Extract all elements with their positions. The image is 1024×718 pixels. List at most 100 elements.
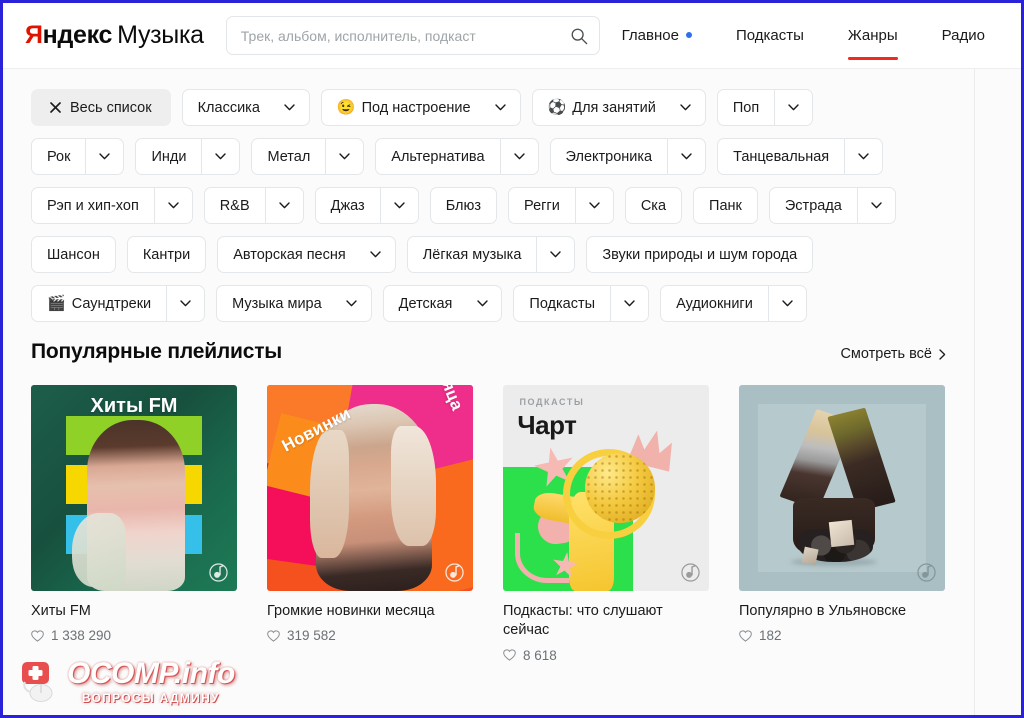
search-icon[interactable] <box>570 27 588 45</box>
genre-chip-метал[interactable]: Метал <box>251 138 364 175</box>
playlist-card[interactable]: Популярно в Ульяновске 182 <box>739 385 945 663</box>
chevron-down-icon[interactable] <box>467 286 501 321</box>
genre-chip-классика[interactable]: Классика <box>182 89 310 126</box>
cover-figure-accent <box>72 513 126 587</box>
genre-chip-шансон[interactable]: Шансон <box>31 236 116 273</box>
chevron-down-icon[interactable] <box>337 286 371 321</box>
genre-chip-label-wrap[interactable]: Джаз <box>316 188 380 223</box>
nav-item-glavnoe[interactable]: Главное <box>600 3 714 69</box>
genre-chip-label-wrap[interactable]: Танцевальная <box>718 139 844 174</box>
yandex-music-logo[interactable]: ЯндексМузыка <box>25 21 204 50</box>
chevron-down-icon[interactable] <box>265 188 303 223</box>
genre-chip-подкасты[interactable]: Подкасты <box>513 285 649 322</box>
nav-item-zhanry[interactable]: Жанры <box>826 3 920 69</box>
search-input[interactable] <box>226 16 600 55</box>
playlist-card[interactable]: Новинки месяца Громкие новинки месяца <box>267 385 473 663</box>
chevron-down-icon[interactable] <box>844 139 882 174</box>
genre-chip-кантри[interactable]: Кантри <box>127 236 206 273</box>
genre-chip-регги[interactable]: Регги <box>508 187 614 224</box>
genre-chip-label-wrap[interactable]: Кантри <box>128 237 205 272</box>
chevron-down-icon[interactable] <box>500 139 538 174</box>
genre-chip-танцевальная[interactable]: Танцевальная <box>717 138 883 175</box>
genre-chip-детская[interactable]: Детская <box>383 285 503 322</box>
chevron-down-icon[interactable] <box>768 286 806 321</box>
chevron-down-icon[interactable] <box>536 237 574 272</box>
genre-chip-авторская-песня[interactable]: Авторская песня <box>217 236 396 273</box>
genre-chip-ска[interactable]: Ска <box>625 187 682 224</box>
nav-item-radio[interactable]: Радио <box>920 3 999 69</box>
genre-chip-label-wrap[interactable]: Лёгкая музыка <box>408 237 537 272</box>
genre-chip-label-wrap[interactable]: Регги <box>509 188 575 223</box>
genre-chip-для-занятий[interactable]: ⚽Для занятий <box>532 89 706 126</box>
chevron-down-icon[interactable] <box>575 188 613 223</box>
genre-chip-инди[interactable]: Инди <box>135 138 240 175</box>
genre-chip-label-wrap[interactable]: Эстрада <box>770 188 857 223</box>
genre-chip-label-wrap[interactable]: ⚽Для занятий <box>533 90 671 125</box>
genre-chip-панк[interactable]: Панк <box>693 187 758 224</box>
playlist-card[interactable]: Хиты FM Хиты FM 1 338 290 <box>31 385 237 663</box>
chevron-down-icon[interactable] <box>380 188 418 223</box>
genre-chip-рок[interactable]: Рок <box>31 138 124 175</box>
playlist-cover-novinki[interactable]: Новинки месяца <box>267 385 473 591</box>
genre-chip-label-wrap[interactable]: Детская <box>384 286 468 321</box>
genre-chip-звуки-природы-и-шум-города[interactable]: Звуки природы и шум города <box>586 236 813 273</box>
genre-chip-label-wrap[interactable]: Авторская песня <box>218 237 361 272</box>
genre-chip-label-wrap[interactable]: Рэп и хип-хоп <box>32 188 154 223</box>
chevron-down-icon[interactable] <box>610 286 648 321</box>
genre-chip-саундтреки[interactable]: 🎬Саундтреки <box>31 285 205 322</box>
chevron-down-icon[interactable] <box>325 139 363 174</box>
genre-chip-электроника[interactable]: Электроника <box>550 138 707 175</box>
chevron-down-icon[interactable] <box>201 139 239 174</box>
genre-chip-label-wrap[interactable]: Рок <box>32 139 85 174</box>
genre-chip-эстрада[interactable]: Эстрада <box>769 187 896 224</box>
close-icon[interactable] <box>50 102 61 113</box>
genre-chip-label-wrap[interactable]: Блюз <box>431 188 496 223</box>
genre-chip-аудиокниги[interactable]: Аудиокниги <box>660 285 807 322</box>
see-all-link[interactable]: Смотреть всё <box>840 346 946 362</box>
genre-chip-label-wrap[interactable]: Инди <box>136 139 201 174</box>
genre-chip-джаз[interactable]: Джаз <box>315 187 419 224</box>
genre-chip-label-wrap[interactable]: Аудиокниги <box>661 286 768 321</box>
genre-chip-label-wrap[interactable]: Классика <box>183 90 275 125</box>
playlist-cover-chart[interactable]: ПОДКАСТЫ Чарт <box>503 385 709 591</box>
genre-chip-label-wrap[interactable]: Электроника <box>551 139 668 174</box>
nav-item-podkasty[interactable]: Подкасты <box>714 3 826 69</box>
playlist-card[interactable]: ПОДКАСТЫ Чарт <box>503 385 709 663</box>
genre-chip-label-wrap[interactable]: 😉Под настроение <box>322 90 486 125</box>
genre-chip-под-настроение[interactable]: 😉Под настроение <box>321 89 521 126</box>
genre-chip-label-wrap[interactable]: Шансон <box>32 237 115 272</box>
chevron-down-icon[interactable] <box>671 90 705 125</box>
genre-chip-label-wrap[interactable]: Подкасты <box>514 286 610 321</box>
genre-chip-label-wrap[interactable]: Звуки природы и шум города <box>587 237 812 272</box>
playlist-cover-ulyanovsk[interactable] <box>739 385 945 591</box>
genre-chip-label-wrap[interactable]: Метал <box>252 139 325 174</box>
genre-chip-блюз[interactable]: Блюз <box>430 187 497 224</box>
playlist-cover-hity-fm[interactable]: Хиты FM <box>31 385 237 591</box>
chevron-down-icon[interactable] <box>166 286 204 321</box>
genre-chip-альтернатива[interactable]: Альтернатива <box>375 138 538 175</box>
genre-chip-label-wrap[interactable]: R&B <box>205 188 265 223</box>
genre-chip-label-wrap[interactable]: Музыка мира <box>217 286 337 321</box>
genre-chip-label-wrap[interactable]: Альтернатива <box>376 139 499 174</box>
chevron-down-icon[interactable] <box>275 90 309 125</box>
chevron-down-icon[interactable] <box>857 188 895 223</box>
genre-chip-музыка-мира[interactable]: Музыка мира <box>216 285 372 322</box>
chevron-down-icon[interactable] <box>486 90 520 125</box>
genre-chip-label-wrap[interactable]: Ска <box>626 188 681 223</box>
genre-chip-label-wrap[interactable]: 🎬Саундтреки <box>32 286 166 321</box>
chevron-down-icon[interactable] <box>85 139 123 174</box>
genre-chip-поп[interactable]: Поп <box>717 89 813 126</box>
chevron-down-icon[interactable] <box>154 188 192 223</box>
genre-chip-label: Рок <box>47 149 70 165</box>
genre-chip-label: Блюз <box>446 198 481 214</box>
genre-chip-label-wrap[interactable]: Поп <box>718 90 774 125</box>
chevron-down-icon[interactable] <box>774 90 812 125</box>
genre-chip-рэп-и-хип-хоп[interactable]: Рэп и хип-хоп <box>31 187 193 224</box>
genre-chip-лёгкая-музыка[interactable]: Лёгкая музыка <box>407 236 576 273</box>
chevron-down-icon[interactable] <box>667 139 705 174</box>
genre-chip-label-wrap[interactable]: Весь список <box>32 90 170 125</box>
genre-chip-весь-список[interactable]: Весь список <box>31 89 171 126</box>
chevron-down-icon[interactable] <box>361 237 395 272</box>
genre-chip-label-wrap[interactable]: Панк <box>694 188 757 223</box>
genre-chip-r-b[interactable]: R&B <box>204 187 304 224</box>
